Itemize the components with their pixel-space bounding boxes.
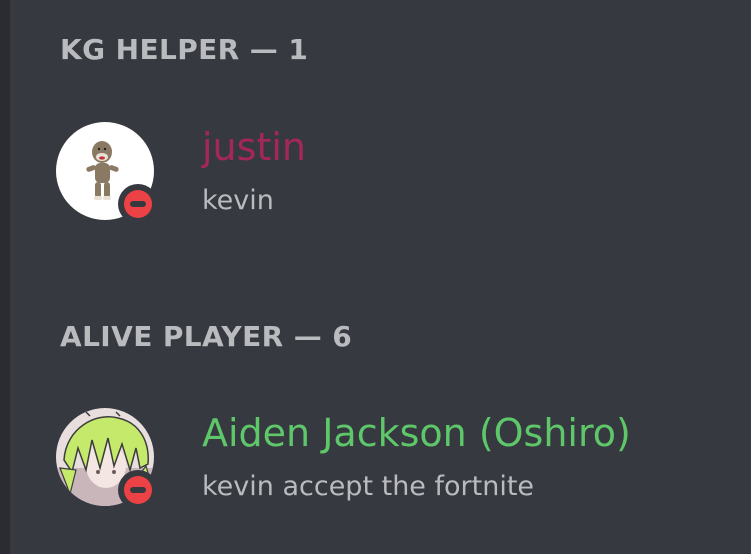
member-name[interactable]: Aiden Jackson (Oshiro) [202,410,631,456]
member-name[interactable]: justin [202,124,306,170]
member-item-justin[interactable]: justin kevin [56,122,736,232]
section-header-kg-helper: KG HELPER — 1 [60,33,309,66]
member-activity: kevin accept the fortnite [202,471,535,502]
member-activity: kevin [202,185,274,216]
scroll-gutter [0,0,10,554]
member-list: KG HELPER — 1 justin kevin ALIVE PLAYER … [0,0,751,554]
section-header-alive-player: ALIVE PLAYER — 6 [60,320,353,353]
status-indicator [118,184,158,224]
do-not-disturb-icon [124,190,152,218]
do-not-disturb-icon [124,476,152,504]
status-indicator [118,470,158,510]
member-item-aiden-jackson[interactable]: Aiden Jackson (Oshiro) kevin accept the … [56,408,736,518]
